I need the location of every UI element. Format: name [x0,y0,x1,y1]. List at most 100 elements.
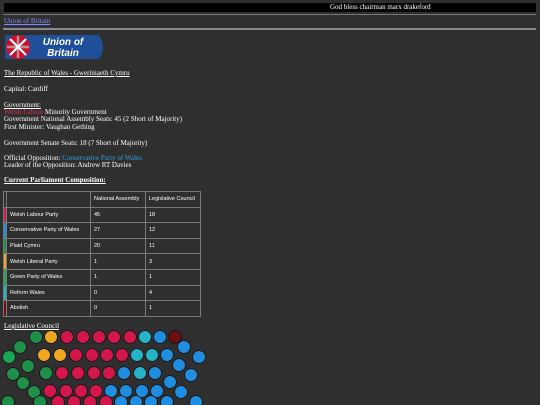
page-title: The Republic of Wales - Gweriniaeth Cymr… [4,69,130,77]
council-seat [123,330,137,344]
banner-motto: God bless chairman marx drakeford [330,3,431,11]
council-seat [129,395,143,405]
legislative-council-label: Legislative Council [4,322,60,330]
council-seat [67,395,81,405]
council-seat [59,384,73,398]
party-name-cell: Reform Wales [6,284,91,302]
council-seat [60,330,74,344]
council-seat [76,330,90,344]
national-assembly-cell: 20 [90,237,146,255]
council-seat [13,340,27,354]
council-seat [138,330,152,344]
council-seat [160,395,174,405]
council-seat [114,395,128,405]
national-assembly-cell: 1 [90,268,146,286]
council-seat [87,366,101,380]
council-seat [172,358,186,372]
council-seat [99,395,113,405]
council-seat [168,330,182,344]
council-seat [153,330,167,344]
council-seat [177,340,191,354]
council-seat [2,350,16,364]
breadcrumb-link[interactable]: Union of Britain [4,17,50,26]
legislative-council-cell: 18 [145,206,201,224]
national-assembly-cell: 45 [90,206,146,224]
divider [3,14,536,15]
party-name-cell: Plaid Cymru [6,237,91,255]
senate-seats: Government Senate Seats: 18 (7 Short of … [4,139,148,147]
union-flag-icon [6,35,30,59]
first-minister: First Minister: Vaughan Gething [4,123,95,131]
council-seat [43,384,57,398]
council-seat [117,366,131,380]
council-seat [74,384,88,398]
council-seat [1,395,15,405]
council-seat [163,375,177,389]
council-seat [174,385,188,399]
council-seat [133,366,147,380]
table-row: Welsh Labour Party 45 18 [3,206,201,224]
council-seat [130,348,144,362]
council-seat [21,359,35,373]
national-assembly-cell: 0 [90,284,146,302]
council-seat [115,348,129,362]
council-seat-diagram [1,330,206,405]
government-seats: Government National Assembly Seats: 45 (… [4,115,183,123]
council-seat [189,395,203,405]
capital-text: Capital: Cardiff [4,85,48,93]
council-seat [145,348,159,362]
national-assembly-cell: 27 [90,222,146,239]
party-name-cell: Welsh Labour Party [6,206,91,224]
council-seat [71,366,85,380]
union-of-britain-logo: Union of Britain [5,35,103,59]
table-row: Green Party of Wales 1 1 [3,268,201,286]
divider [3,28,536,30]
national-assembly-cell: 1 [90,253,146,270]
table-row: Welsh Liberal Party 1 3 [3,253,201,270]
opposition-leader: Leader of the Opposition: Andrew RT Davi… [4,161,132,169]
council-seat [29,330,43,344]
council-seat [160,348,174,362]
composition-table: National Assembly Legislative Council We… [3,191,201,317]
party-name-cell: Welsh Liberal Party [6,253,91,270]
council-seat [92,330,106,344]
council-seat [33,395,47,405]
council-seat [37,348,51,362]
council-seat [69,348,83,362]
column-header-lc: Legislative Council [145,191,201,208]
national-assembly-cell: 0 [90,300,146,317]
table-row: Abolish 0 1 [3,300,201,317]
legislative-council-cell: 4 [145,284,201,302]
party-name-cell: Green Party of Wales [6,268,91,286]
logo-text-line2: Britain [47,48,79,59]
composition-heading: Current Parliament Composition: [4,176,106,184]
council-seat [100,348,114,362]
council-seat [192,350,206,364]
column-header-na: National Assembly [90,191,146,208]
table-row: Reform Wales 0 4 [3,284,201,302]
council-seat [148,366,162,380]
council-seat [83,395,97,405]
table-row: Conservative Party of Wales 27 12 [3,222,201,239]
council-seat [102,366,116,380]
council-seat [6,367,20,381]
party-header-cell [6,191,91,208]
legislative-council-cell: 1 [145,268,201,286]
top-banner: God bless chairman marx drakeford [4,3,536,12]
council-seat [107,330,121,344]
party-name-cell: Abolish [6,300,91,317]
council-seat [144,395,158,405]
table-row: Plaid Cymru 20 11 [3,237,201,255]
party-name-cell: Conservative Party of Wales [6,222,91,239]
council-seat [44,330,58,344]
council-seat [39,366,53,380]
council-seat [85,348,99,362]
legislative-council-cell: 1 [145,300,201,317]
council-seat [184,368,198,382]
council-seat [55,366,69,380]
legislative-council-cell: 3 [145,253,201,270]
logo-text-line1: Union of [43,37,85,48]
table-header-row: National Assembly Legislative Council [3,191,201,208]
council-seat [53,348,67,362]
legislative-council-cell: 12 [145,222,201,239]
